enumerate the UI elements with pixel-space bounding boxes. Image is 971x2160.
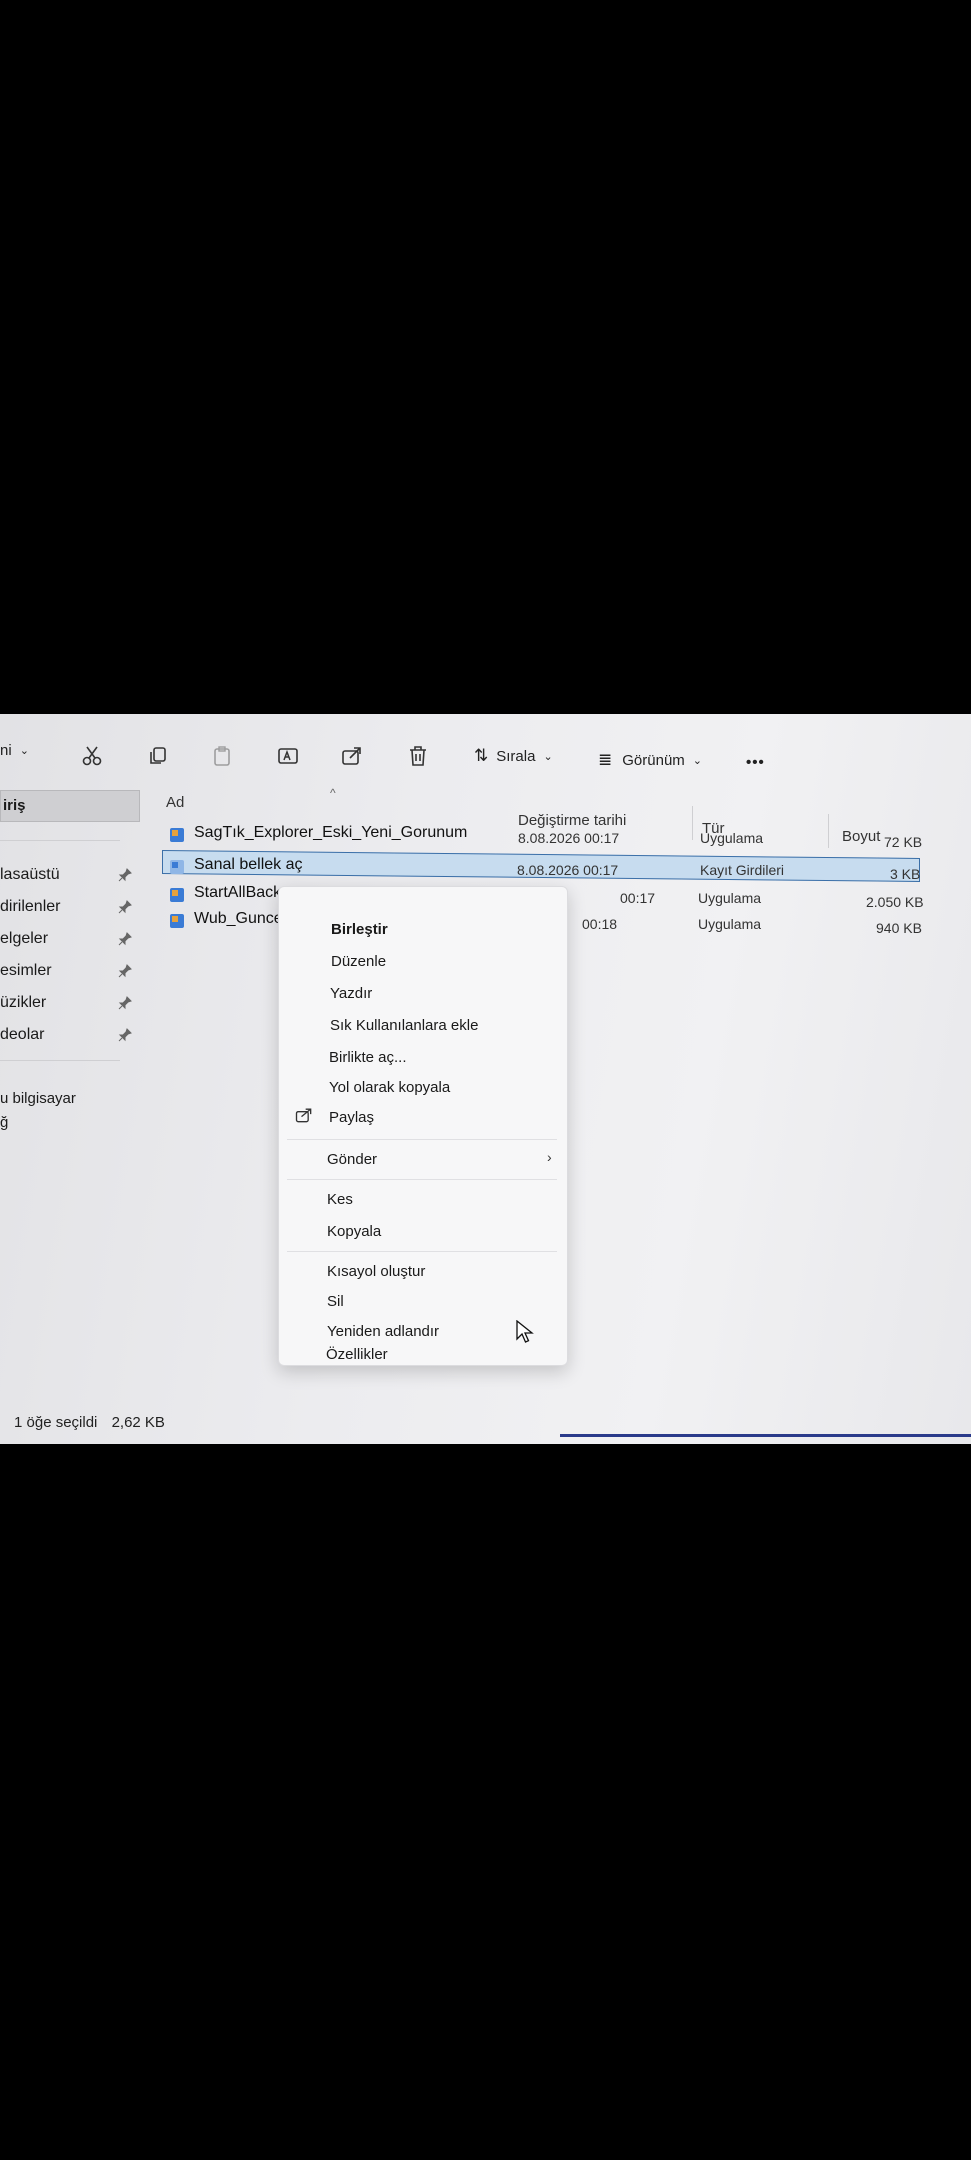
rename-icon[interactable]	[276, 744, 300, 768]
app-icon	[168, 886, 186, 904]
file-date: 00:18	[582, 916, 618, 932]
menu-item-create-shortcut[interactable]: Kısayol oluştur	[327, 1263, 425, 1280]
sort-arrows-icon: ⇅	[474, 746, 489, 765]
sidebar-item-network[interactable]: ğ	[0, 1112, 8, 1134]
status-bar: 1 öğe seçildi 2,62 KB	[14, 1414, 165, 1431]
column-divider	[692, 806, 693, 840]
sidebar-divider	[0, 1060, 120, 1061]
explorer-screen: ni ⌄ ⇅ Sırala ⌄ ≣ Görünüm ⌄ ••• Ad ^ Değ…	[0, 714, 971, 1444]
file-date: 00:17	[620, 890, 656, 906]
menu-item-print[interactable]: Yazdır	[330, 985, 372, 1002]
view-label: Görünüm	[622, 751, 685, 769]
file-size: 2.050 KB	[866, 894, 924, 910]
column-header-size[interactable]: Boyut	[842, 828, 880, 845]
pin-icon	[118, 932, 132, 946]
menu-item-edit[interactable]: Düzenle	[331, 953, 386, 970]
chevron-down-icon: ⌄	[692, 754, 702, 767]
menu-item-add-favorites[interactable]: Sık Kullanılanlara ekle	[330, 1017, 478, 1034]
paste-icon[interactable]	[210, 744, 234, 768]
menu-separator	[287, 1179, 557, 1180]
chevron-down-icon: ⌄	[19, 745, 29, 757]
file-name[interactable]: SagTık_Explorer_Eski_Yeni_Gorunum	[194, 824, 467, 842]
sidebar-item-label: üzikler	[0, 994, 47, 1011]
toolbar: ni ⌄ ⇅ Sırala ⌄ ≣ Görünüm ⌄ •••	[0, 714, 971, 776]
sidebar-item-label: deolar	[0, 1026, 45, 1043]
sidebar-item-home[interactable]: iriş	[0, 790, 140, 822]
file-date: 8.08.2026 00:17	[518, 830, 620, 846]
sidebar-item[interactable]: elgeler	[0, 928, 48, 950]
menu-item-copy-path[interactable]: Yol olarak kopyala	[329, 1079, 450, 1096]
menu-item-copy[interactable]: Kopyala	[327, 1223, 381, 1240]
pin-icon	[118, 964, 132, 978]
file-name[interactable]: StartAllBack	[194, 884, 281, 902]
pin-icon	[118, 900, 132, 914]
sort-up-icon: ^	[330, 786, 336, 800]
status-size: 2,62 KB	[111, 1414, 165, 1431]
sidebar-item[interactable]: esimler	[0, 960, 52, 982]
menu-separator	[287, 1139, 557, 1140]
registry-icon	[168, 858, 186, 876]
more-options-button[interactable]: •••	[746, 754, 765, 771]
chevron-right-icon: ›	[547, 1149, 552, 1165]
view-list-icon: ≣	[598, 750, 613, 769]
menu-item-share[interactable]: Paylaş	[329, 1109, 374, 1126]
menu-separator	[287, 1251, 557, 1252]
file-size: 72 KB	[884, 834, 923, 850]
cut-icon[interactable]	[80, 744, 104, 768]
file-name[interactable]: Wub_Gunce	[194, 910, 283, 928]
sidebar-divider	[0, 840, 120, 841]
copy-icon[interactable]	[146, 744, 170, 768]
new-button[interactable]: ni ⌄	[0, 742, 29, 759]
status-selection: 1 öğe seçildi	[14, 1414, 98, 1431]
sidebar-item-label: elgeler	[0, 930, 49, 947]
file-date: 8.08.2026 00:17	[517, 862, 619, 878]
sidebar-item[interactable]: deolar	[0, 1024, 44, 1046]
menu-item-open-with[interactable]: Birlikte aç...	[329, 1049, 407, 1066]
chevron-down-icon: ⌄	[543, 750, 553, 763]
file-name[interactable]: Sanal bellek aç	[194, 856, 303, 874]
sidebar-item-this-pc[interactable]: u bilgisayar	[0, 1088, 76, 1110]
more-options-label: •••	[746, 754, 765, 771]
view-button[interactable]: ≣ Görünüm ⌄	[598, 750, 702, 770]
delete-icon[interactable]	[406, 744, 430, 768]
sidebar-item[interactable]: dirilenler	[0, 896, 60, 918]
sidebar-item[interactable]: lasaüstü	[0, 864, 60, 886]
share-icon[interactable]	[340, 744, 364, 768]
share-icon	[293, 1105, 315, 1125]
sidebar-item-label: lasaüstü	[0, 866, 60, 883]
app-icon	[168, 912, 186, 930]
file-type: Uygulama	[698, 890, 762, 906]
mouse-cursor-icon	[516, 1319, 534, 1344]
file-type: Uygulama	[698, 916, 762, 932]
file-size: 940 KB	[876, 920, 922, 936]
sort-label: Sırala	[496, 747, 536, 765]
file-type: Uygulama	[700, 830, 764, 846]
pin-icon	[118, 996, 132, 1010]
context-menu: Birleştir Düzenle Yazdır Sık Kullanılanl…	[278, 886, 568, 1366]
sort-button[interactable]: ⇅ Sırala ⌄	[474, 746, 553, 766]
menu-item-properties[interactable]: Özellikler	[326, 1346, 388, 1363]
column-header-name[interactable]: Ad	[166, 794, 184, 811]
sidebar-item-label: dirilenler	[0, 898, 61, 915]
menu-item-send-to[interactable]: Gönder	[327, 1151, 377, 1168]
taskbar-edge	[560, 1434, 971, 1437]
menu-item-cut[interactable]: Kes	[327, 1191, 353, 1208]
pin-icon	[118, 868, 132, 882]
app-icon	[168, 826, 186, 844]
menu-item-rename[interactable]: Yeniden adlandır	[327, 1323, 439, 1340]
file-size: 3 KB	[890, 866, 921, 882]
file-type: Kayıt Girdileri	[700, 862, 785, 878]
menu-item-merge[interactable]: Birleştir	[331, 921, 388, 938]
new-button-label: ni	[0, 742, 12, 759]
column-divider	[828, 814, 829, 848]
menu-item-delete[interactable]: Sil	[327, 1293, 344, 1310]
sidebar-item[interactable]: üzikler	[0, 992, 46, 1014]
pin-icon	[118, 1028, 132, 1042]
column-header-date[interactable]: Değiştirme tarihi	[518, 812, 626, 829]
sidebar-item-label: esimler	[0, 962, 52, 979]
